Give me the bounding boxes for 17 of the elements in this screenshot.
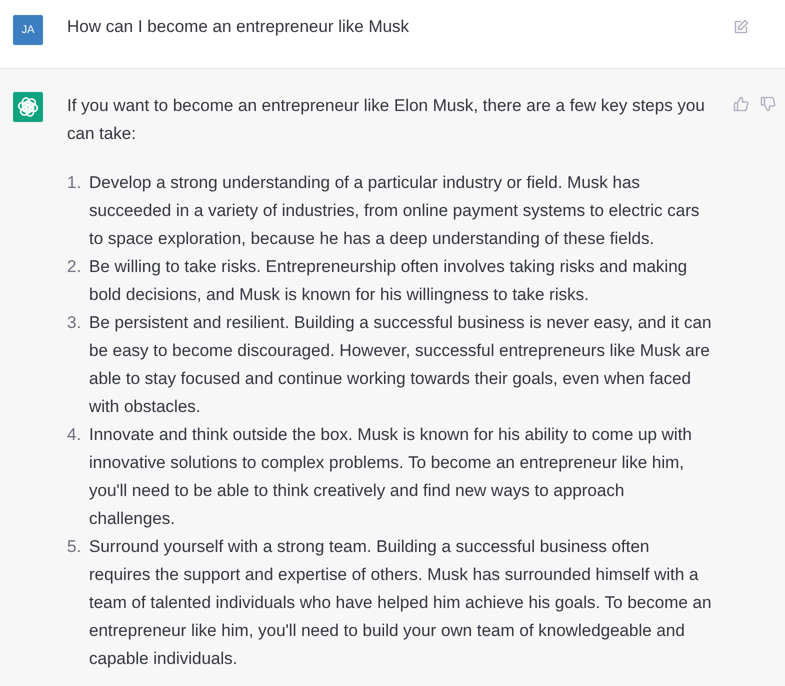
step-number: 4. bbox=[67, 424, 82, 446]
thumbs-down-icon[interactable] bbox=[760, 96, 776, 112]
step-text: Develop a strong understanding of a particular industry or field. Musk has succeeded in a variety of industries, from online payment systems to electric cars to space exploration, because he has a deep understanding of these fields. bbox=[89, 172, 700, 250]
edit-icon[interactable] bbox=[733, 19, 749, 35]
knot-logo-icon bbox=[13, 92, 43, 122]
step-text: Be persistent and resilient. Building a successful business is never easy, and it can be easy to become discouraged. However, successful entrepreneurs like Musk are able to stay focused and continue working towards their goals, even when faced with obstacles. bbox=[89, 312, 712, 418]
thumbs-up-icon[interactable] bbox=[733, 96, 749, 112]
step-number: 5. bbox=[67, 536, 82, 558]
answer-intro: If you want to become an entrepreneur like Elon Musk, there are a few key steps you can take: bbox=[67, 95, 706, 145]
step-text: Surround yourself with a strong team. Building a successful business often requires the support and expertise of others. Musk has surrounded himself with a team of talented individuals who have helped him achieve his goals. To become an entrepreneur like him, you'll need to build your own team of knowledgeable and capable individuals. bbox=[89, 536, 712, 670]
user-avatar: JA bbox=[13, 15, 43, 45]
step-text: Be willing to take risks. Entrepreneurship often involves taking risks and making bold decisions, and Musk is known for his willingness to take risks. bbox=[89, 256, 688, 306]
user-question: How can I become an entrepreneur like Musk bbox=[67, 16, 410, 38]
step-number: 2. bbox=[67, 256, 82, 278]
step-text: Innovate and think outside the box. Musk is known for his ability to come up with innovative solutions to complex problems. To become an entrepreneur like him, you'll need to be able to think creatively and find new ways to approach challenges. bbox=[89, 424, 693, 530]
step-number: 3. bbox=[67, 312, 82, 334]
step-number: 1. bbox=[67, 172, 82, 194]
